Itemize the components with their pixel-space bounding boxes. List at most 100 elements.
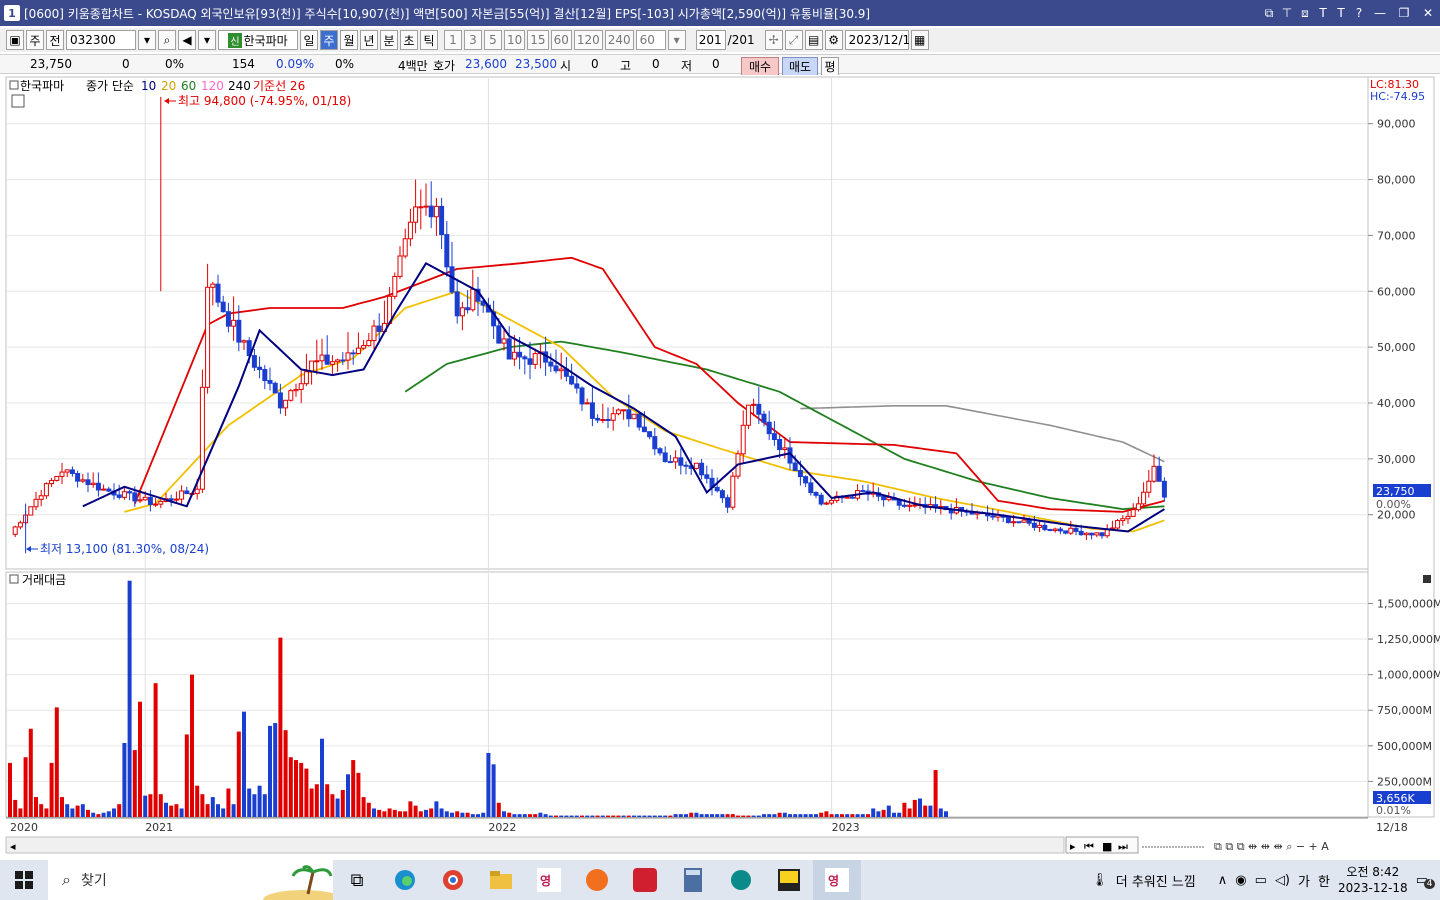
period-type-select[interactable]: 주: [26, 30, 44, 50]
stock-chart[interactable]: 20,00030,00040,00050,00060,00070,00080,0…: [0, 75, 1440, 858]
num-1[interactable]: 1: [444, 30, 462, 50]
pin-icon[interactable]: ⊤: [1278, 6, 1296, 20]
volume-bar: [585, 815, 590, 817]
speaker-icon[interactable]: ◀: [178, 30, 196, 50]
tile-icon[interactable]: ⧈: [1296, 6, 1314, 21]
view-tools-icon[interactable]: ⧉ ⧉ ⧉ ⇹ ⇹ ⇹ ⌕ − + A: [1214, 840, 1329, 853]
market-select[interactable]: 전: [46, 30, 64, 50]
interval-second[interactable]: 초: [400, 30, 418, 50]
buy-button[interactable]: 매수: [741, 57, 779, 76]
interval-year[interactable]: 년: [360, 30, 378, 50]
average-button[interactable]: 평: [821, 57, 839, 76]
horizontal-scrollbar[interactable]: [5, 836, 1065, 854]
red-app-icon[interactable]: [621, 860, 669, 900]
stock-name-box[interactable]: 신 한국파마: [218, 30, 298, 50]
count-input[interactable]: 201: [695, 30, 726, 50]
num-240[interactable]: 240: [604, 30, 634, 50]
fast-forward-icon[interactable]: ⏭: [1118, 840, 1128, 853]
candle-body: [205, 286, 211, 388]
clock[interactable]: 오전 8:42 2023-12-18: [1338, 864, 1408, 896]
notification-icon[interactable]: ▭ 4: [1416, 873, 1436, 889]
calculator-icon[interactable]: [669, 860, 717, 900]
stock-code-input[interactable]: 032300: [66, 30, 136, 50]
sell-button[interactable]: 매도: [782, 57, 818, 76]
candle-body: [501, 338, 507, 344]
rewind-icon[interactable]: ⏮: [1084, 840, 1094, 853]
trend-icon[interactable]: ⤢: [784, 30, 803, 50]
font-icon[interactable]: T: [1314, 6, 1332, 20]
chrome-browser-icon[interactable]: [429, 860, 477, 900]
file-explorer-icon[interactable]: [477, 860, 525, 900]
volume-bar: [663, 815, 668, 817]
ime-hangul[interactable]: 한: [1318, 871, 1330, 890]
dropdown-arrow-icon[interactable]: ▾: [138, 30, 156, 50]
sticky-notes-icon[interactable]: [765, 860, 813, 900]
volume-bar: [122, 742, 127, 817]
restore-button[interactable]: ❐: [1392, 6, 1416, 20]
candle-body: [407, 221, 413, 240]
crosshair-icon[interactable]: ✢: [764, 30, 783, 50]
kiwoom-app-icon[interactable]: 영: [525, 860, 573, 900]
volume-bar: [772, 814, 777, 817]
candle-body: [631, 413, 637, 420]
candle-body: [251, 355, 257, 368]
settings-icon[interactable]: ⚙: [824, 30, 843, 50]
candle-body: [548, 361, 554, 367]
candle-body: [558, 368, 564, 372]
weather-icon[interactable]: 🌡: [1091, 873, 1108, 888]
network-icon[interactable]: ▭: [1255, 873, 1267, 888]
interval-month[interactable]: 월: [340, 30, 358, 50]
help-icon[interactable]: ?: [1350, 6, 1368, 20]
layout-icon[interactable]: ▣: [6, 30, 24, 50]
kiwoom-active-icon[interactable]: 영: [813, 860, 861, 900]
teal-app-icon[interactable]: [717, 860, 765, 900]
interval-week[interactable]: 주: [320, 30, 338, 50]
candle-body: [428, 205, 434, 218]
num-3[interactable]: 3: [464, 30, 482, 50]
weather-text[interactable]: 더 추워진 느낌: [1116, 871, 1196, 890]
dropdown-arrow-icon[interactable]: ▾: [198, 30, 216, 50]
save-icon[interactable]: ▤: [804, 30, 823, 50]
num-10[interactable]: 10: [504, 30, 526, 50]
volume-bar: [834, 814, 839, 817]
custom-num-input[interactable]: 60: [635, 30, 666, 50]
meet-icon[interactable]: ◉: [1235, 873, 1246, 888]
num-15[interactable]: 15: [527, 30, 549, 50]
candle-body: [1135, 503, 1141, 511]
candle-body: [1083, 532, 1089, 536]
price-tick-label: 50,000: [1377, 341, 1416, 354]
edge-browser-icon[interactable]: [381, 860, 429, 900]
price-tick-label: 90,000: [1377, 118, 1416, 131]
candle-body: [1037, 524, 1043, 528]
taskbar-search-box[interactable]: ⌕ 찾기: [48, 860, 333, 900]
interval-day[interactable]: 일: [300, 30, 318, 50]
calendar-icon[interactable]: ▦: [910, 30, 929, 50]
link-icon[interactable]: ⧉: [1260, 6, 1278, 21]
candle-body: [553, 365, 559, 372]
num-60[interactable]: 60: [550, 30, 572, 50]
date-input[interactable]: 2023/12/18: [844, 30, 918, 50]
volume-icon[interactable]: ◁): [1275, 873, 1290, 888]
windows-start-icon[interactable]: [0, 860, 48, 900]
interval-minute[interactable]: 분: [380, 30, 398, 50]
volume-bar: [351, 760, 356, 817]
close-button[interactable]: ✕: [1416, 6, 1440, 20]
volume-bar: [387, 808, 392, 817]
ime-mode[interactable]: 가: [1298, 871, 1310, 890]
volume-bar: [392, 809, 397, 817]
search-icon[interactable]: ⌕: [158, 30, 176, 50]
stop-icon[interactable]: ■: [1102, 840, 1112, 853]
interval-tick[interactable]: 틱: [420, 30, 438, 50]
step-forward-icon[interactable]: ▸: [1070, 840, 1076, 853]
task-view-icon[interactable]: ⧉: [333, 860, 381, 900]
dropdown-arrow-icon[interactable]: ▾: [667, 30, 686, 50]
num-120[interactable]: 120: [573, 30, 603, 50]
chevron-up-icon[interactable]: ∧: [1218, 873, 1228, 888]
volume-bar: [49, 762, 54, 817]
minimize-button[interactable]: —: [1368, 6, 1392, 20]
orange-app-icon[interactable]: [573, 860, 621, 900]
text-icon[interactable]: T: [1332, 6, 1350, 20]
num-5[interactable]: 5: [484, 30, 502, 50]
pane-close-icon[interactable]: [1423, 575, 1431, 583]
scroll-left-icon[interactable]: ◂: [10, 840, 16, 853]
